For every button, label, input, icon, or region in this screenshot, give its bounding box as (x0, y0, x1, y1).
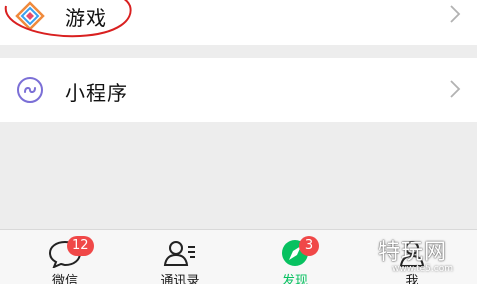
watermark-title: 特玩网 (378, 240, 448, 265)
notification-badge: 3 (299, 236, 319, 256)
chevron-right-icon (450, 80, 461, 98)
chevron-right-icon (450, 5, 461, 23)
games-icon (15, 1, 45, 31)
tab-label: 发现 (281, 274, 308, 284)
tab-contacts[interactable]: 通讯录 (140, 230, 220, 284)
watermark: 特玩网 www.te5.com (378, 234, 476, 282)
mini-programs-row[interactable]: 小程序 (0, 58, 477, 122)
mini-programs-label: 小程序 (65, 81, 128, 105)
mini-programs-icon (17, 77, 43, 103)
watermark-url: www.te5.com (392, 264, 453, 274)
contacts-icon (163, 241, 195, 266)
tab-chats[interactable]: 12 微信 (25, 230, 105, 284)
unread-badge: 12 (67, 236, 94, 256)
games-row[interactable]: 游戏 (0, 0, 477, 45)
discover-screen: 游戏 小程序 12 微信 通讯录 3 发现 我 特玩网 www.te5.com (0, 0, 477, 284)
tab-label: 通讯录 (160, 274, 200, 284)
tab-discover[interactable]: 3 发现 (255, 230, 335, 284)
games-label: 游戏 (65, 6, 107, 30)
tab-label: 微信 (51, 274, 78, 284)
